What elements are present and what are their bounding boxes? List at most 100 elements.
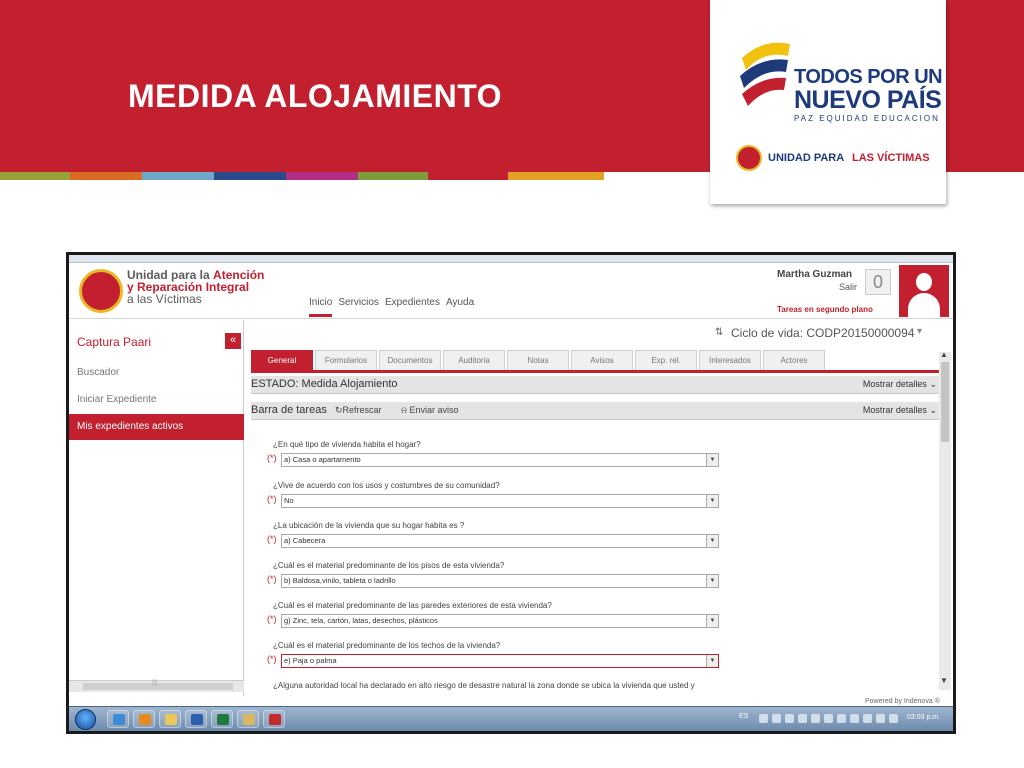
chevron-down-icon: ⌄ [929, 405, 937, 415]
gov-slogan-line3: PAZ EQUIDAD EDUCACION [794, 114, 940, 123]
roof-material-select[interactable]: e) Paja o palma ▼ [281, 654, 719, 668]
send-notice-button[interactable]: ⍾ Enviar aviso [401, 405, 459, 416]
ie-taskbar-icon[interactable] [107, 710, 129, 728]
customs-select[interactable]: No ▼ [281, 494, 719, 508]
details-label: Mostrar detalles [862, 405, 927, 415]
wall-material-select[interactable]: g) Zinc, tela, cartón, latas, desechos, … [281, 614, 719, 628]
tab-notas[interactable]: Notas [507, 350, 569, 370]
select-value: a) Cabecera [284, 536, 326, 545]
tab-actores[interactable]: Actores [763, 350, 825, 370]
main-vertical-scrollbar[interactable]: ▲ ▼ [939, 350, 951, 690]
outlook-taskbar-icon[interactable] [185, 710, 207, 728]
avatar-head-icon [916, 273, 932, 291]
chevron-down-icon: ▼ [706, 575, 718, 587]
screenshot-frame: Unidad para la Atención y Reparación Int… [66, 252, 956, 734]
nav-servicios[interactable]: Servicios [338, 297, 379, 317]
required-mark: (*) [267, 534, 277, 544]
tab-auditoria[interactable]: Auditoria [443, 350, 505, 370]
record-tabs: General Formularios Documentos Auditoria… [251, 350, 825, 370]
dwelling-type-select[interactable]: a) Casa o apartamento ▼ [281, 453, 719, 467]
logo-card: TODOS POR UN NUEVO PAÍS PAZ EQUIDAD EDUC… [710, 0, 946, 204]
question-label: ¿La ubicación de la vivienda que su hoga… [273, 521, 465, 530]
scrollbar-thumb[interactable] [941, 362, 949, 442]
sidebar-item-iniciar-expediente[interactable]: Iniciar Expediente [69, 387, 244, 413]
sidebar-item-buscador[interactable]: Buscador [69, 360, 244, 386]
scroll-down-icon[interactable]: ▼ [940, 676, 948, 685]
user-avatar[interactable] [899, 265, 949, 317]
tray-icon[interactable] [863, 714, 872, 723]
tab-formularios[interactable]: Formularios [315, 350, 377, 370]
floor-material-select[interactable]: b) Baldosa,vinilo, tableta o ladrillo ▼ [281, 574, 719, 588]
main-panel: ⇅ Ciclo de vida: CODP20150000094 ▾ Gener… [245, 320, 953, 696]
sidebar-horizontal-scrollbar[interactable]: ⦙⦙⦙ [69, 678, 244, 692]
color-stripe-segment [508, 172, 604, 180]
tray-icon[interactable] [772, 714, 781, 723]
color-stripe-segment [428, 172, 508, 180]
tab-interesados[interactable]: Interesados [699, 350, 761, 370]
tab-avisos[interactable]: Avisos [571, 350, 633, 370]
explorer-taskbar-icon[interactable] [237, 710, 259, 728]
toolbar-details-toggle[interactable]: Mostrar detalles ⌄ [863, 405, 937, 416]
chevron-down-icon: ▼ [706, 655, 718, 667]
lifecycle-menu-icon[interactable]: ▾ [917, 326, 922, 337]
slide-title: MEDIDA ALOJAMIENTO [128, 78, 503, 114]
scrollbar-grip-icon: ⦙⦙⦙ [152, 678, 158, 687]
tray-icon[interactable] [837, 714, 846, 723]
chevron-down-icon: ▼ [706, 535, 718, 547]
refresh-button[interactable]: ↻Refrescar [335, 405, 382, 416]
question-label: ¿Cuál es el material predominante de las… [273, 601, 552, 610]
tray-icon[interactable] [811, 714, 820, 723]
tray-icon[interactable] [876, 714, 885, 723]
tray-icon[interactable] [785, 714, 794, 723]
refresh-label: Refrescar [342, 405, 382, 415]
institution-name-line3: a las Víctimas [127, 292, 202, 306]
sidebar-item-mis-expedientes[interactable]: Mis expedientes activos [69, 414, 244, 440]
tab-exp-rel[interactable]: Exp. rel. [635, 350, 697, 370]
tray-icon[interactable] [759, 714, 768, 723]
task-toolbar-title: Barra de tareas [251, 404, 327, 416]
powered-by: Powered by Indenova ® [865, 698, 940, 705]
scrollbar-thumb[interactable] [83, 683, 233, 690]
tab-underline [251, 370, 941, 373]
tray-icon[interactable] [798, 714, 807, 723]
tab-documentos[interactable]: Documentos [379, 350, 441, 370]
app-window: Unidad para la Atención y Reparación Int… [69, 255, 953, 731]
system-clock[interactable]: 03:03 p.m. [907, 714, 940, 721]
nav-expedientes[interactable]: Expedientes [385, 297, 440, 317]
select-value: No [284, 496, 294, 505]
top-navigation: Inicio Servicios Expedientes Ayuda [309, 297, 474, 317]
tray-icon[interactable] [889, 714, 898, 723]
color-stripe-segment [358, 172, 428, 180]
nav-inicio[interactable]: Inicio [309, 297, 333, 317]
scroll-up-icon[interactable]: ▲ [940, 350, 948, 359]
pdf-taskbar-icon[interactable] [263, 710, 285, 728]
media-taskbar-icon[interactable] [133, 710, 155, 728]
language-indicator[interactable]: ES [739, 713, 748, 720]
windows-start-icon[interactable] [75, 709, 96, 730]
color-stripe-segment [0, 172, 70, 180]
tab-general[interactable]: General [251, 350, 313, 370]
select-value: g) Zinc, tela, cartón, latas, desechos, … [284, 616, 438, 625]
question-label: ¿Cuál es el material predominante de los… [273, 641, 501, 650]
color-stripe-segment [70, 172, 142, 180]
tray-icon[interactable] [850, 714, 859, 723]
details-label: Mostrar detalles [862, 379, 927, 389]
lifecycle-label: Ciclo de vida: CODP20150000094 [731, 326, 915, 340]
outlook-glyph [191, 714, 203, 725]
background-tasks-link[interactable]: Tareas en segundo plano [777, 305, 873, 314]
status-text: ESTADO: Medida Alojamiento [251, 378, 398, 390]
excel-taskbar-icon[interactable] [211, 710, 233, 728]
explorer-glyph [243, 714, 255, 725]
task-count-badge[interactable]: 0 [865, 269, 891, 295]
status-bar: ESTADO: Medida Alojamiento Mostrar detal… [251, 376, 941, 394]
folder-taskbar-icon[interactable] [159, 710, 181, 728]
sidebar-collapse-button[interactable]: « [225, 333, 241, 349]
logout-link[interactable]: Salir [839, 282, 857, 292]
status-details-toggle[interactable]: Mostrar detalles ⌄ [863, 379, 937, 390]
tray-icon[interactable] [824, 714, 833, 723]
required-mark: (*) [267, 654, 277, 664]
unit-seal-icon [736, 145, 762, 171]
location-select[interactable]: a) Cabecera ▼ [281, 534, 719, 548]
ie-glyph [113, 714, 125, 725]
nav-ayuda[interactable]: Ayuda [446, 297, 474, 317]
